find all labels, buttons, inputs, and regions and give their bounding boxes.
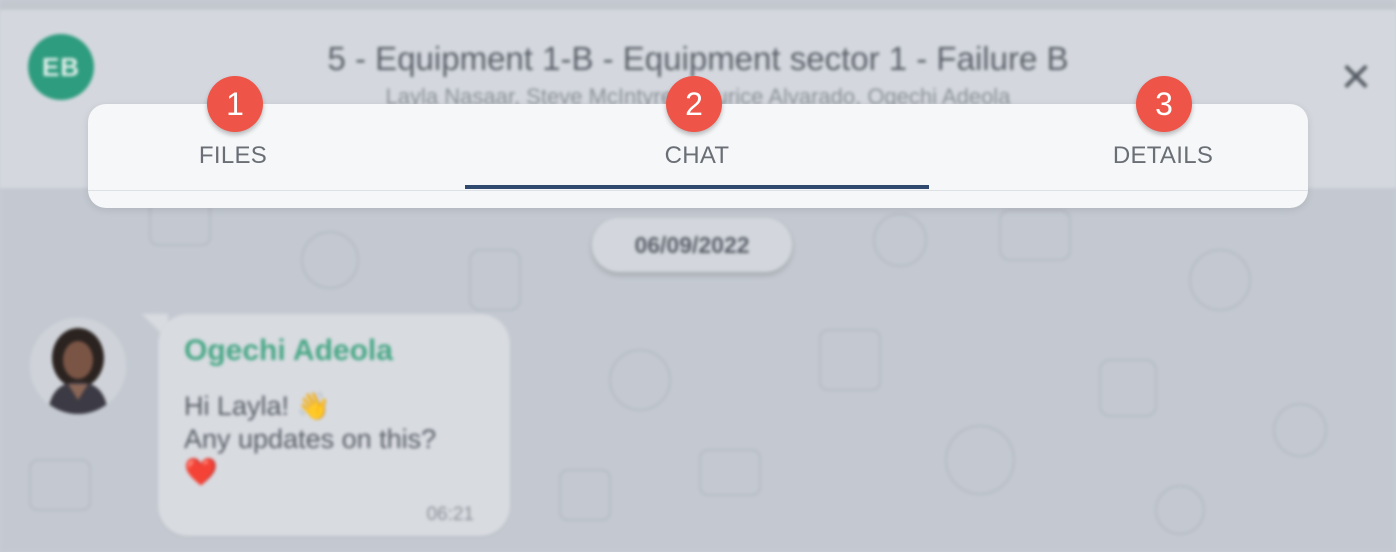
callout-badge: 3 [1136,76,1192,132]
callout-badge: 1 [207,76,263,132]
sender-name: Ogechi Adeola [184,334,393,367]
date-separator: 06/09/2022 [592,218,792,272]
message-line: ❤️ [184,457,218,487]
chat-title: 5 - Equipment 1-B - Equipment sector 1 -… [327,40,1069,77]
close-icon[interactable]: ✕ [1336,58,1376,98]
message-line: Hi Layla! 👋 [184,391,331,421]
tab-label: CHAT [664,142,730,169]
tab-label: FILES [198,142,268,169]
message-time: 06:21 [426,504,474,525]
active-tab-indicator [465,185,929,189]
callout-badge: 2 [666,76,722,132]
tab-divider [88,190,1308,191]
sender-avatar [30,318,126,414]
tab-label: DETAILS [1112,142,1214,169]
message-bubble[interactable]: Ogechi Adeola Hi Layla! 👋 Any updates on… [158,314,510,536]
message-line: Any updates on this? [184,424,437,454]
person-avatar-icon [30,318,126,414]
